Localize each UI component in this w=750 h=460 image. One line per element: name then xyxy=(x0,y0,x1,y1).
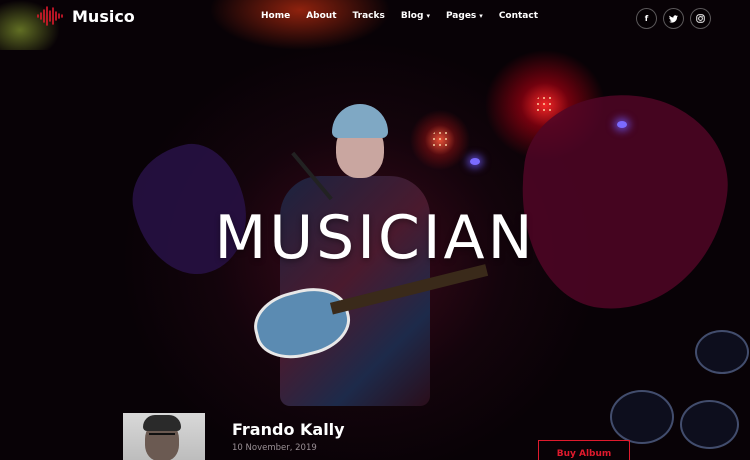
top-navbar: Musico Home About Tracks Blog ▾ Pages ▾ … xyxy=(0,0,750,36)
instagram-icon[interactable] xyxy=(690,8,711,29)
twitter-icon[interactable] xyxy=(663,8,684,29)
drum-kit xyxy=(600,290,750,460)
stage-lamp xyxy=(535,95,555,115)
artist-hair xyxy=(143,415,181,431)
chevron-down-icon: ▾ xyxy=(479,12,483,20)
waveform-icon xyxy=(37,6,63,26)
nav-label: About xyxy=(306,11,337,21)
hero-section: Musico Home About Tracks Blog ▾ Pages ▾ … xyxy=(0,0,750,460)
nav-item-pages[interactable]: Pages ▾ xyxy=(446,11,483,21)
musician-photo xyxy=(240,98,489,460)
hero-title: MUSICIAN xyxy=(214,203,536,273)
chevron-down-icon: ▾ xyxy=(426,12,430,20)
artist-glasses xyxy=(149,433,175,441)
brand-name: Musico xyxy=(72,6,135,26)
brand-logo[interactable]: Musico xyxy=(36,6,135,26)
nav-label: Tracks xyxy=(352,11,385,21)
nav-label: Blog xyxy=(400,11,424,21)
stage-glint xyxy=(470,158,480,165)
artist-name: Frando Kally xyxy=(232,420,345,439)
stage-glint xyxy=(617,121,627,128)
nav-label: Contact xyxy=(498,11,539,21)
nav-item-contact[interactable]: Contact xyxy=(499,11,538,21)
release-date: 10 November, 2019 xyxy=(232,443,317,453)
nav-label: Home xyxy=(261,11,291,21)
nav-label: Pages xyxy=(445,11,477,21)
nav-item-home[interactable]: Home xyxy=(261,11,290,21)
nav-item-blog[interactable]: Blog ▾ xyxy=(401,11,430,21)
nav-item-tracks[interactable]: Tracks xyxy=(353,11,385,21)
album-cover[interactable] xyxy=(123,413,205,460)
facebook-icon[interactable]: f xyxy=(636,8,657,29)
social-links: f xyxy=(636,8,711,29)
buy-album-button[interactable]: Buy Album xyxy=(538,440,630,460)
nav-item-about[interactable]: About xyxy=(306,11,336,21)
musician-cap xyxy=(332,104,388,138)
main-menu: Home About Tracks Blog ▾ Pages ▾ Contact xyxy=(261,11,554,21)
